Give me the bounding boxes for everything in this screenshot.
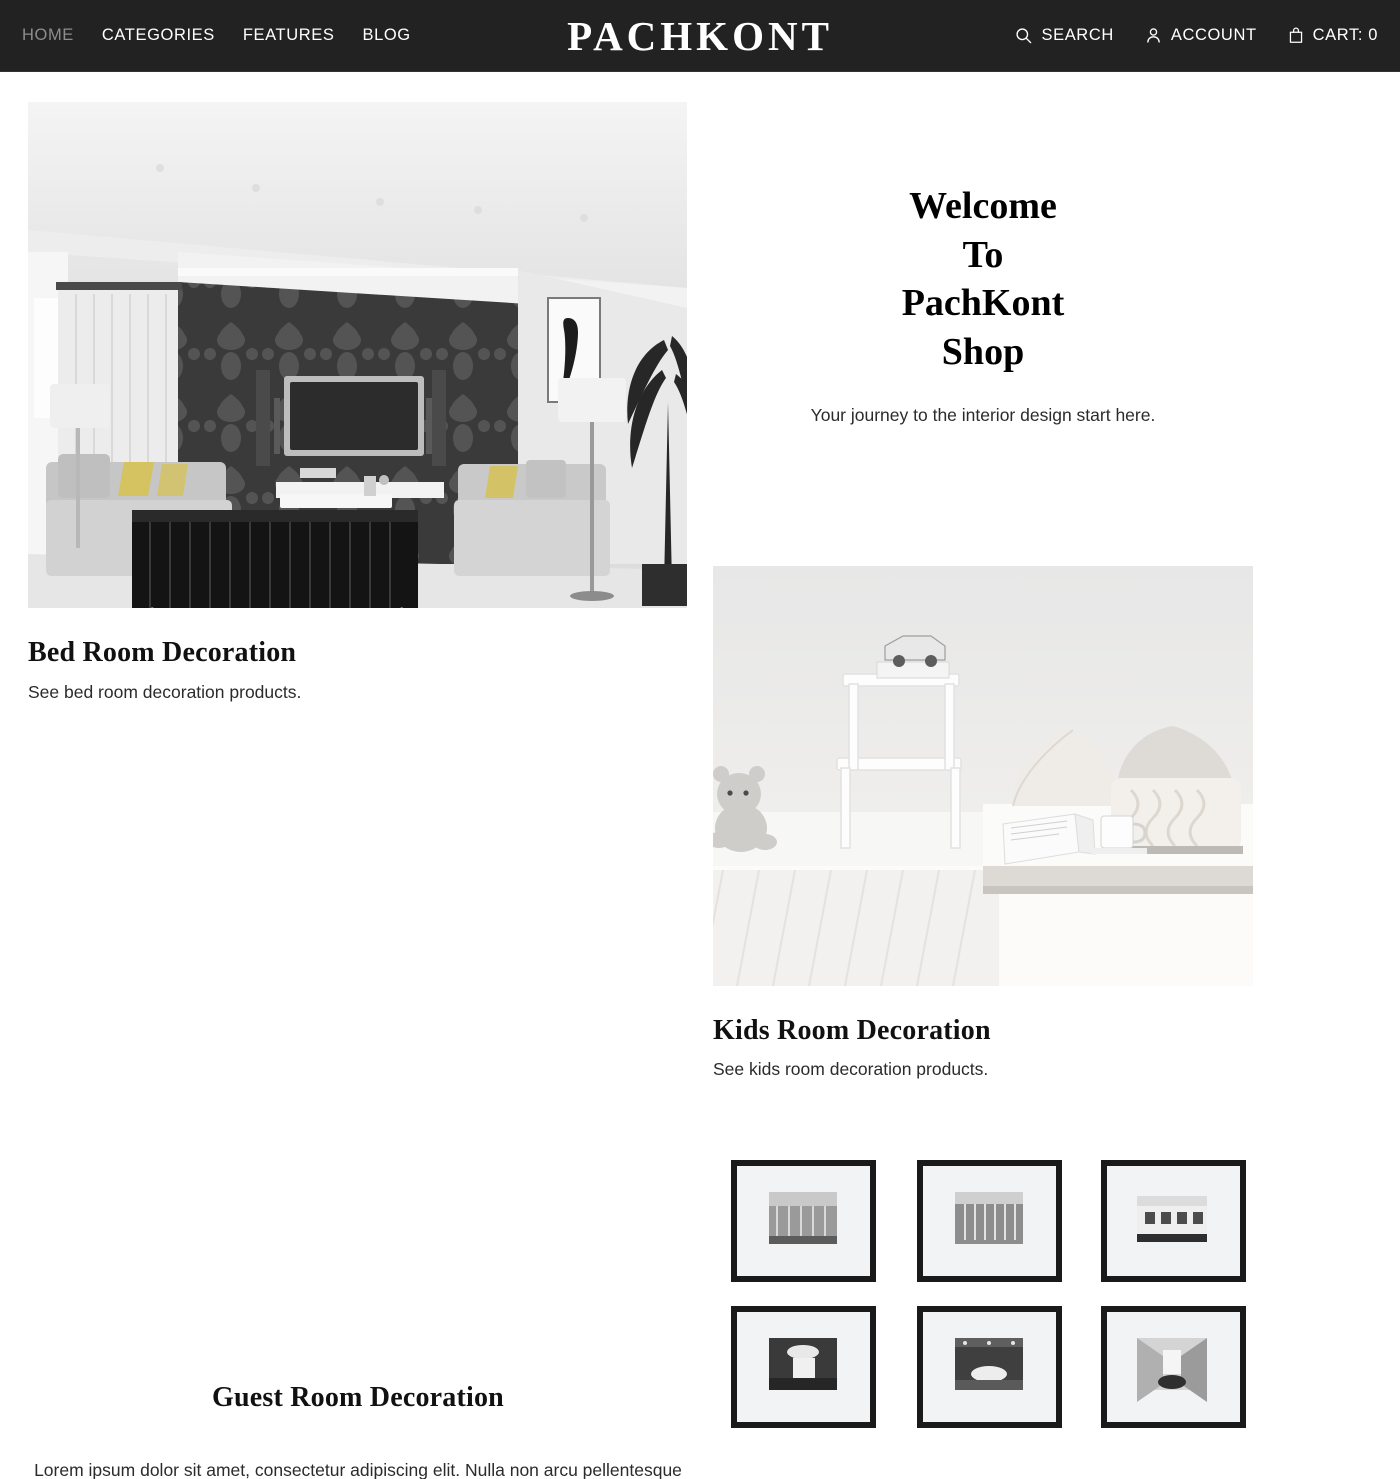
kids-room-card: Kids Room Decoration See kids room decor… xyxy=(713,565,1253,1082)
gallery-wall-image[interactable] xyxy=(713,1149,1253,1479)
primary-navigation: HOME CATEGORIES FEATURES BLOG xyxy=(0,26,411,45)
nav-item-home[interactable]: HOME xyxy=(22,26,74,45)
kids-room-subtitle: See kids room decoration products. xyxy=(713,1059,989,1080)
cart-button[interactable]: CART: 0 xyxy=(1287,26,1378,45)
welcome-line-4: Shop xyxy=(941,330,1025,373)
bed-room-subtitle: See bed room decoration products. xyxy=(28,681,302,702)
search-button[interactable]: SEARCH xyxy=(1014,26,1113,45)
guest-room-title: Guest Room Decoration xyxy=(212,1382,504,1413)
nav-item-features[interactable]: FEATURES xyxy=(243,26,335,45)
welcome-line-2: To xyxy=(962,233,1004,276)
search-icon xyxy=(1014,26,1033,45)
kids-room-image[interactable] xyxy=(713,565,1253,986)
gallery-card xyxy=(713,1149,1253,1479)
site-header: HOME CATEGORIES FEATURES BLOG PACHKONT S… xyxy=(0,0,1400,72)
bed-room-title: Bed Room Decoration xyxy=(28,637,297,668)
guest-room-text: Lorem ipsum dolor sit amet, consectetur … xyxy=(34,1460,682,1479)
account-button[interactable]: ACCOUNT xyxy=(1144,26,1257,45)
utility-navigation: SEARCH ACCOUNT CART: 0 xyxy=(1014,26,1400,45)
right-column: Welcome To PachKont Shop Your journey to… xyxy=(713,72,1253,1479)
welcome-subtitle: Your journey to the interior design star… xyxy=(810,404,1156,425)
bed-room-image[interactable] xyxy=(28,102,687,608)
left-column: Bed Room Decoration See bed room decorat… xyxy=(28,102,688,704)
shopping-bag-icon xyxy=(1287,26,1305,45)
nav-item-blog[interactable]: BLOG xyxy=(362,26,410,45)
kids-room-title: Kids Room Decoration xyxy=(713,1014,991,1046)
cart-label: CART: 0 xyxy=(1312,26,1378,44)
welcome-line-3: PachKont xyxy=(901,282,1065,325)
page-title: Welcome To PachKont Shop xyxy=(818,182,1148,377)
account-label: ACCOUNT xyxy=(1170,26,1257,44)
page-content: Bed Room Decoration See bed room decorat… xyxy=(0,72,1400,1479)
guest-room-card: Guest Room Decoration Lorem ipsum dolor … xyxy=(28,1382,688,1479)
nav-item-categories[interactable]: CATEGORIES xyxy=(102,26,215,45)
user-icon xyxy=(1144,26,1163,45)
welcome-block: Welcome To PachKont Shop Your journey to… xyxy=(713,72,1253,426)
search-label: SEARCH xyxy=(1041,26,1114,44)
welcome-line-1: Welcome xyxy=(909,185,1057,227)
